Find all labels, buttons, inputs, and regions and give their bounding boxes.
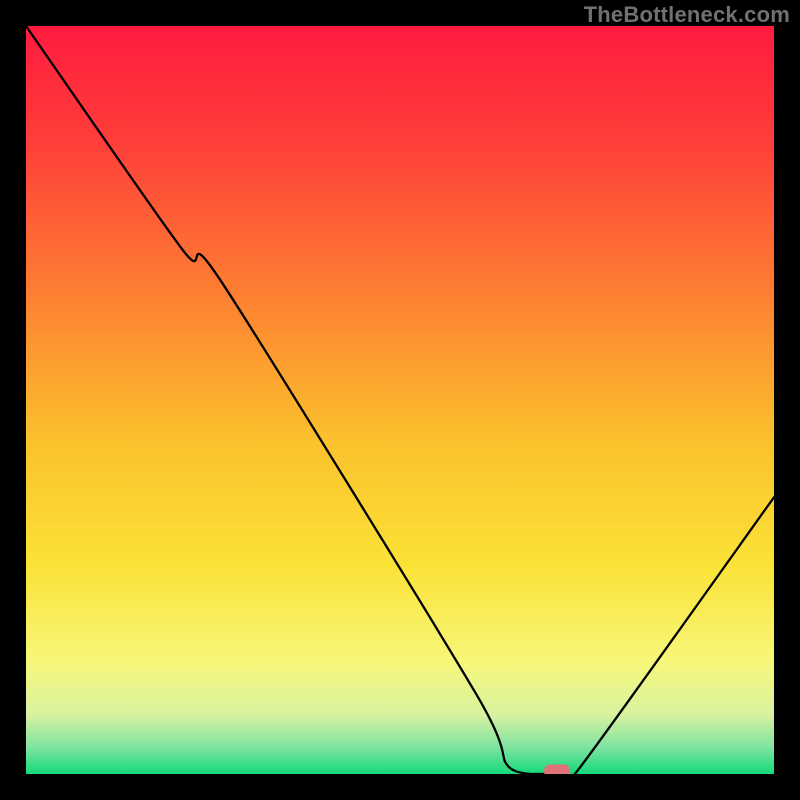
bottleneck-chart <box>26 26 774 774</box>
watermark-text: TheBottleneck.com <box>584 2 790 28</box>
optimal-marker <box>544 765 570 774</box>
chart-frame <box>26 26 774 774</box>
gradient-background <box>26 26 774 774</box>
